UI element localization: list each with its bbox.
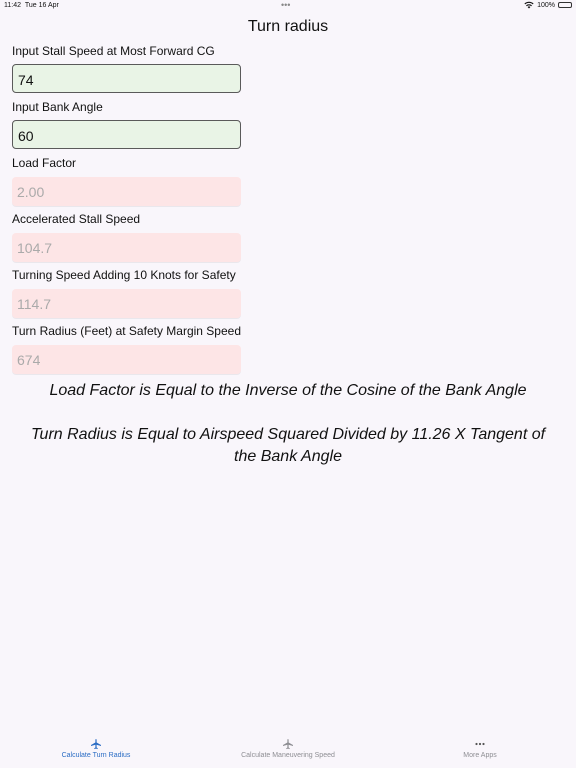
turn-radius-label: Turn Radius (Feet) at Safety Margin Spee… — [12, 324, 241, 338]
status-indicators: 100% — [524, 1, 572, 9]
wifi-icon — [524, 1, 534, 9]
turn-radius-output: 674 — [12, 345, 241, 374]
accelerated-stall-speed-label: Accelerated Stall Speed — [12, 212, 141, 226]
tab-calculate-turn-radius[interactable]: Calculate Turn Radius — [46, 738, 146, 759]
battery-icon — [558, 2, 572, 8]
tab-more-apps[interactable]: More Apps — [450, 738, 510, 759]
load-factor-formula: Load Factor is Equal to the Inverse of t… — [49, 382, 527, 399]
airplane-icon — [283, 739, 293, 750]
tab-label-turn-radius: Calculate Turn Radius — [61, 752, 131, 759]
load-factor-output: 2.00 — [12, 177, 241, 206]
ellipsis-icon — [475, 742, 485, 746]
battery-percent: 100% — [537, 1, 555, 9]
status-clock: 11:42 — [4, 2, 21, 9]
tab-bar: Calculate Turn Radius Calculate Maneuver… — [0, 730, 576, 768]
bank-angle-label: Input Bank Angle — [12, 100, 103, 114]
multitasking-dots-icon[interactable]: ••• — [281, 0, 290, 10]
load-factor-label: Load Factor — [12, 156, 77, 170]
stall-speed-label: Input Stall Speed at Most Forward CG — [12, 44, 215, 58]
turning-speed-output: 114.7 — [12, 289, 241, 318]
status-date: Tue 16 Apr — [24, 2, 59, 9]
tab-label-more-apps: More Apps — [463, 752, 497, 759]
airplane-icon — [91, 739, 101, 750]
bank-angle-input[interactable]: 60 — [12, 120, 241, 149]
accelerated-stall-speed-output: 104.7 — [12, 233, 241, 262]
status-time: 11:42 Tue 16 Apr — [4, 2, 59, 9]
turning-speed-label: Turning Speed Adding 10 Knots for Safety — [12, 268, 236, 282]
stall-speed-input[interactable]: 74 — [12, 64, 241, 93]
tab-calculate-maneuvering-speed[interactable]: Calculate Maneuvering Speed — [228, 738, 348, 759]
turn-radius-formula: Turn Radius is Equal to Airspeed Squared… — [30, 426, 546, 465]
status-bar: 11:42 Tue 16 Apr ••• 100% — [0, 0, 576, 12]
page-title: Turn radius — [247, 18, 329, 35]
tab-label-maneuvering-speed: Calculate Maneuvering Speed — [241, 752, 335, 759]
